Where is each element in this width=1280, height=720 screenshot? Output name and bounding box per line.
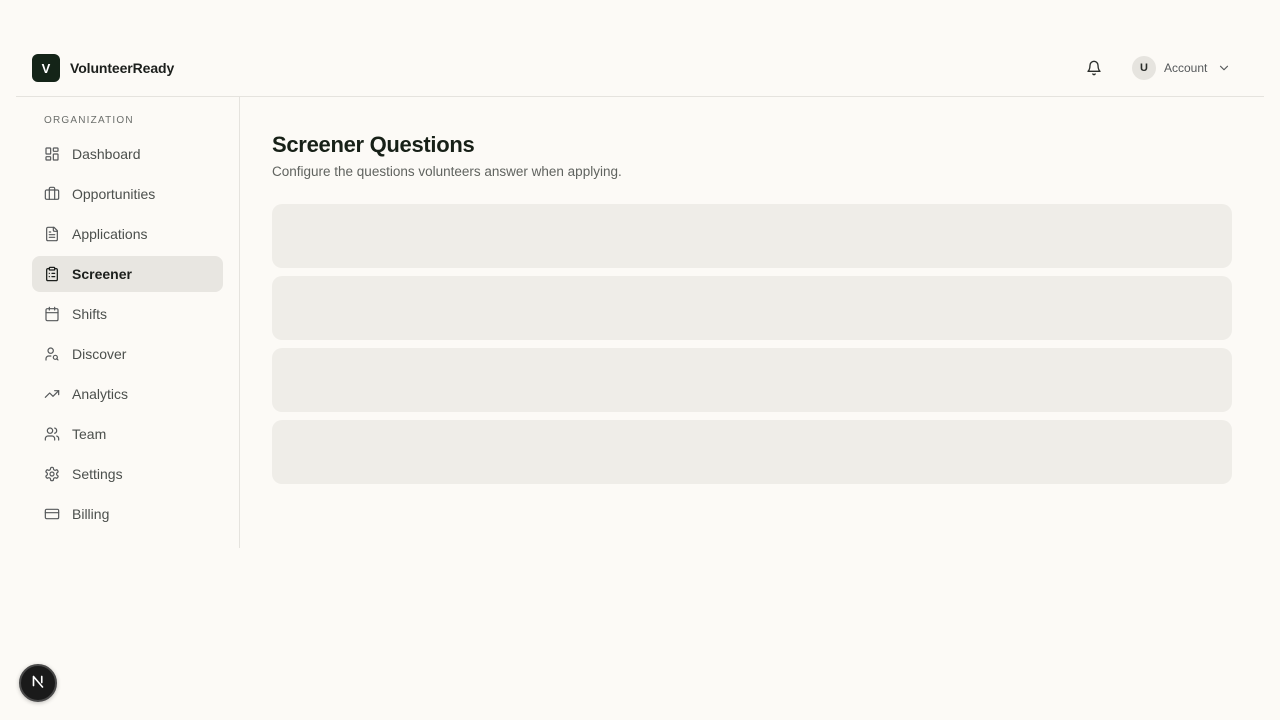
loading-skeleton-row <box>272 204 1232 268</box>
gear-icon <box>44 466 60 482</box>
users-icon <box>44 426 60 442</box>
sidebar-item-label: Billing <box>72 506 110 522</box>
page-subtitle: Configure the questions volunteers answe… <box>272 164 622 179</box>
loading-skeleton-row <box>272 276 1232 340</box>
sidebar-item-opportunities[interactable]: Opportunities <box>32 176 223 212</box>
calendar-icon <box>44 306 60 322</box>
sidebar-item-discover[interactable]: Discover <box>32 336 223 372</box>
credit-card-icon <box>44 506 60 522</box>
avatar: U <box>1132 56 1156 80</box>
sidebar-item-label: Discover <box>72 346 127 362</box>
question-list-loading <box>272 204 1232 484</box>
sidebar-item-team[interactable]: Team <box>32 416 223 452</box>
document-icon <box>44 226 60 242</box>
trending-up-icon <box>44 386 60 402</box>
account-label: Account <box>1164 61 1208 75</box>
brand-logo: V <box>32 54 60 82</box>
main-content: Screener Questions Configure the questio… <box>272 97 1232 492</box>
sidebar-item-label: Opportunities <box>72 186 156 202</box>
brand-name: VolunteerReady <box>70 60 175 76</box>
nextjs-dev-badge[interactable] <box>19 664 57 702</box>
sidebar-item-billing[interactable]: Billing <box>32 496 223 532</box>
sidebar-item-settings[interactable]: Settings <box>32 456 223 492</box>
page-title: Screener Questions <box>272 132 475 157</box>
dashboard-icon <box>44 146 60 162</box>
sidebar-item-screener[interactable]: Screener <box>32 256 223 292</box>
sidebar-section-label: ORGANIZATION <box>44 115 134 126</box>
loading-skeleton-row <box>272 348 1232 412</box>
briefcase-icon <box>44 186 60 202</box>
sidebar: ORGANIZATION Dashboard Opportunities App… <box>16 97 240 548</box>
sidebar-item-applications[interactable]: Applications <box>32 216 223 252</box>
bell-icon[interactable] <box>1084 58 1104 78</box>
sidebar-item-dashboard[interactable]: Dashboard <box>32 136 223 172</box>
chevron-down-icon <box>1217 61 1231 75</box>
account-menu[interactable]: U Account <box>1132 56 1231 80</box>
top-bar: V VolunteerReady U Account <box>16 40 1264 97</box>
brand[interactable]: V VolunteerReady <box>32 54 174 82</box>
sidebar-item-label: Settings <box>72 466 123 482</box>
sidebar-item-label: Analytics <box>72 386 129 402</box>
sidebar-item-label: Screener <box>72 266 132 282</box>
sidebar-item-label: Applications <box>72 226 148 242</box>
user-search-icon <box>44 346 60 362</box>
sidebar-item-label: Team <box>72 426 107 442</box>
clipboard-icon <box>44 266 60 282</box>
sidebar-item-label: Shifts <box>72 306 108 322</box>
sidebar-item-shifts[interactable]: Shifts <box>32 296 223 332</box>
sidebar-item-label: Dashboard <box>72 146 141 162</box>
loading-skeleton-row <box>272 420 1232 484</box>
sidebar-item-analytics[interactable]: Analytics <box>32 376 223 412</box>
nextjs-icon <box>29 672 47 695</box>
sidebar-nav: Dashboard Opportunities Applications Scr… <box>32 136 223 536</box>
